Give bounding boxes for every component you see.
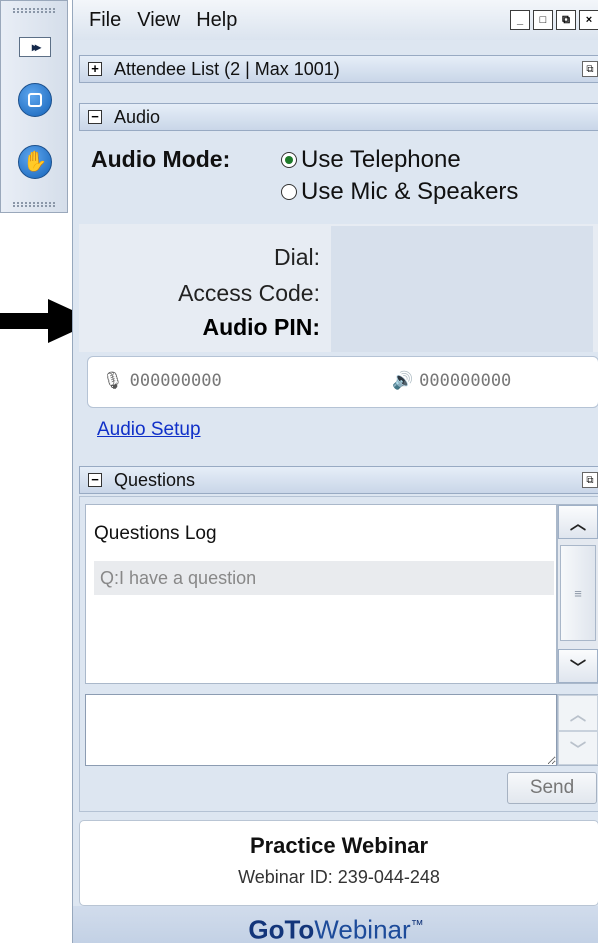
microphone-icon: 🎙 bbox=[102, 371, 124, 391]
audio-mode-label: Audio Mode: bbox=[91, 146, 231, 172]
mic-level: 🎙 000000000 bbox=[102, 371, 222, 391]
questions-log: Questions Log Q:I have a question bbox=[85, 504, 557, 684]
speaker-level-value: 000000000 bbox=[419, 371, 512, 391]
speaker-icon: 🔊 bbox=[392, 371, 414, 391]
question-input[interactable] bbox=[85, 694, 557, 766]
brand-light: Webinar bbox=[314, 914, 411, 945]
expand-panel-button[interactable]: ▸▸ bbox=[19, 37, 51, 57]
scroll-down-icon[interactable]: ﹀ bbox=[558, 649, 598, 683]
popout-icon[interactable]: ⧉ bbox=[582, 61, 598, 77]
audio-header[interactable]: − Audio bbox=[79, 103, 598, 131]
questions-log-scrollbar[interactable]: ︿ ≡ ﹀ bbox=[557, 504, 598, 684]
audio-pin-label: Audio PIN: bbox=[202, 314, 320, 340]
access-code-label: Access Code: bbox=[178, 280, 320, 306]
radio-use-telephone[interactable]: Use Telephone bbox=[281, 146, 461, 174]
attendee-list-header[interactable]: + Attendee List (2 | Max 1001) ⧉ bbox=[79, 55, 598, 83]
collapse-icon[interactable]: − bbox=[88, 110, 102, 124]
maximize-icon[interactable]: □ bbox=[533, 10, 553, 30]
speaker-level: 🔊 000000000 bbox=[392, 371, 511, 391]
window-buttons: _ □ ⧉ × bbox=[507, 10, 598, 30]
menu-file[interactable]: File bbox=[89, 9, 121, 32]
audio-setup-link[interactable]: Audio Setup bbox=[97, 419, 201, 441]
trademark: ™ bbox=[410, 917, 424, 932]
minimize-icon[interactable]: _ bbox=[510, 10, 530, 30]
question-input-scrollbar[interactable]: ︿ ﹀ bbox=[557, 694, 598, 766]
stop-icon bbox=[28, 93, 42, 107]
scroll-down-icon[interactable]: ﹀ bbox=[558, 731, 598, 765]
scroll-up-icon[interactable]: ︿ bbox=[558, 505, 598, 539]
scroll-thumb[interactable]: ≡ bbox=[560, 545, 596, 641]
questions-header[interactable]: − Questions ⧉ bbox=[79, 466, 598, 494]
expand-icon[interactable]: + bbox=[88, 62, 102, 76]
mic-level-value: 000000000 bbox=[129, 371, 222, 391]
top-grip[interactable] bbox=[13, 7, 57, 13]
brand-logo: GoToWebinar™ bbox=[73, 906, 598, 945]
popout-icon[interactable]: ⧉ bbox=[582, 472, 598, 488]
dial-label: Dial: bbox=[273, 244, 320, 270]
webinar-info: Practice Webinar Webinar ID: 239-044-248 bbox=[79, 820, 598, 906]
close-icon[interactable]: × bbox=[579, 10, 598, 30]
control-panel: File View Help _ □ ⧉ × + Attendee List (… bbox=[72, 0, 598, 945]
dial-values-area bbox=[331, 226, 593, 352]
menu-help[interactable]: Help bbox=[196, 9, 237, 32]
radio-use-mic-speakers[interactable]: Use Mic & Speakers bbox=[281, 178, 518, 206]
scroll-up-icon[interactable]: ︿ bbox=[558, 695, 598, 731]
audio-levels-box: 🎙 000000000 🔊 000000000 bbox=[87, 356, 598, 408]
audio-header-label: Audio bbox=[114, 106, 161, 127]
screen-share-button[interactable] bbox=[18, 83, 52, 117]
radio-selected-icon[interactable] bbox=[281, 152, 297, 168]
restore-icon[interactable]: ⧉ bbox=[556, 10, 576, 30]
brand-bold: GoTo bbox=[248, 914, 315, 945]
collapse-icon[interactable]: − bbox=[88, 473, 102, 487]
control-strip: ▸▸ ✋ bbox=[0, 0, 68, 213]
send-button[interactable]: Send bbox=[507, 772, 597, 804]
questions-log-title: Questions Log bbox=[94, 523, 217, 544]
menu-view[interactable]: View bbox=[137, 9, 180, 32]
radio-label: Use Mic & Speakers bbox=[301, 178, 519, 205]
menu-bar: File View Help _ □ ⧉ × bbox=[73, 0, 598, 40]
raise-hand-button[interactable]: ✋ bbox=[18, 145, 52, 179]
radio-label: Use Telephone bbox=[301, 146, 461, 173]
raise-hand-icon: ✋ bbox=[22, 151, 48, 173]
question-item[interactable]: Q:I have a question bbox=[94, 561, 554, 595]
radio-unselected-icon[interactable] bbox=[281, 184, 297, 200]
webinar-title: Practice Webinar bbox=[249, 833, 429, 858]
webinar-id: Webinar ID: 239-044-248 bbox=[238, 867, 440, 887]
questions-header-label: Questions bbox=[114, 469, 196, 490]
bottom-grip[interactable] bbox=[13, 201, 57, 207]
attendee-list-label: Attendee List (2 | Max 1001) bbox=[114, 58, 340, 79]
